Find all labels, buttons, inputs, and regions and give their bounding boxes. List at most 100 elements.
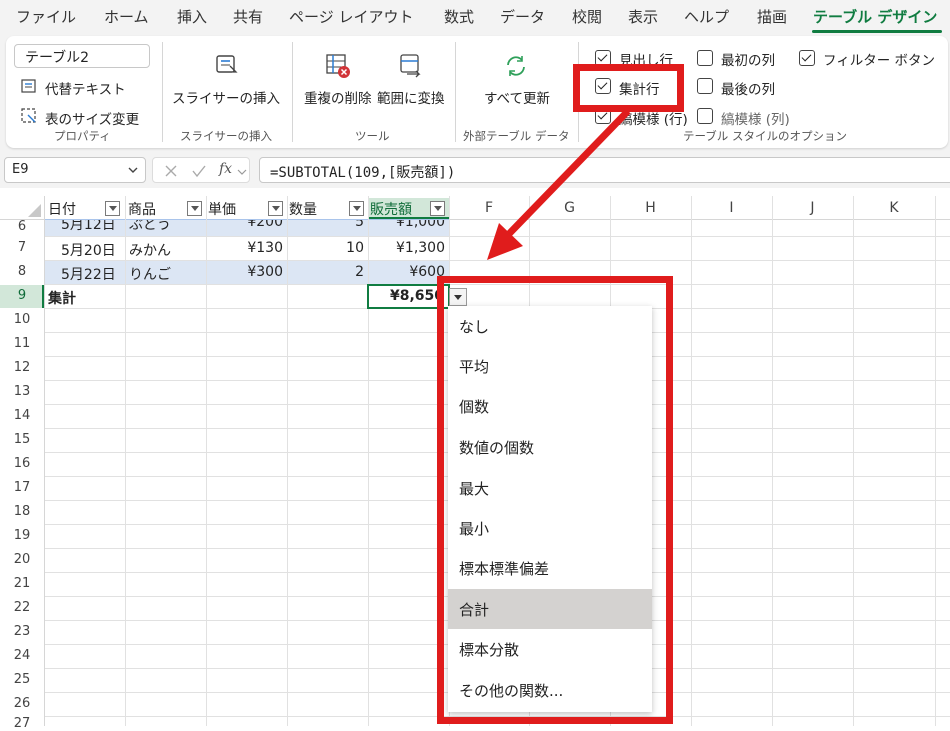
- table-header-qty: 数量: [289, 202, 317, 218]
- row-header[interactable]: 12: [0, 360, 44, 375]
- insert-slicer-button[interactable]: スライサーの挿入: [170, 52, 284, 110]
- enter-icon[interactable]: [191, 163, 207, 179]
- row-header[interactable]: 21: [0, 576, 44, 591]
- row-header[interactable]: 7: [0, 240, 44, 255]
- table-header-date: 日付: [48, 202, 76, 218]
- cell-sales[interactable]: ¥1,000: [396, 220, 445, 230]
- table-header-price: 単価: [208, 202, 236, 218]
- name-box[interactable]: E9: [4, 157, 146, 183]
- row-header[interactable]: 6: [0, 219, 44, 234]
- row-header[interactable]: 22: [0, 600, 44, 615]
- row-header[interactable]: 27: [0, 716, 44, 731]
- banded-columns-checkbox[interactable]: [697, 108, 713, 124]
- chevron-down-icon[interactable]: [237, 167, 247, 177]
- formula-buttons: fx: [152, 157, 250, 183]
- total-label[interactable]: 集計: [48, 288, 76, 308]
- select-all-corner[interactable]: [0, 196, 44, 220]
- row-header[interactable]: 11: [0, 336, 44, 351]
- cell-product[interactable]: ぶどう: [129, 220, 171, 234]
- cancel-icon[interactable]: [163, 163, 179, 179]
- row-header[interactable]: 8: [0, 264, 44, 279]
- table-header-sales: 販売額: [370, 202, 412, 218]
- group-separator: [292, 42, 293, 142]
- tab-file[interactable]: ファイル: [16, 6, 76, 27]
- tab-table-design[interactable]: テーブル デザイン: [813, 6, 937, 27]
- alt-text-icon: [21, 79, 36, 93]
- cell-date[interactable]: 5月22日: [61, 264, 116, 284]
- cell-product[interactable]: みかん: [129, 240, 171, 260]
- annotation-arrow: [487, 108, 631, 260]
- convert-to-range-button[interactable]: 範囲に変換: [375, 52, 447, 110]
- annotation-box-total-row: [573, 64, 684, 112]
- tab-insert[interactable]: 挿入: [177, 6, 207, 27]
- row-header[interactable]: 9: [0, 288, 44, 303]
- cell-qty[interactable]: 2: [355, 264, 364, 280]
- tab-data[interactable]: データ: [500, 6, 545, 27]
- cell-price[interactable]: ¥300: [247, 264, 283, 280]
- row-header[interactable]: 17: [0, 480, 44, 495]
- table-name-input[interactable]: テーブル2: [14, 44, 150, 68]
- row-header[interactable]: 26: [0, 696, 44, 711]
- tab-share[interactable]: 共有: [233, 6, 263, 27]
- column-header-k[interactable]: K: [853, 196, 935, 220]
- row-header[interactable]: 16: [0, 456, 44, 471]
- row-header[interactable]: 14: [0, 408, 44, 423]
- group-label-properties: プロパティ: [54, 129, 111, 143]
- filter-dropdown-icon[interactable]: [105, 201, 120, 216]
- resize-table-button[interactable]: 表のサイズ変更: [20, 107, 150, 128]
- convert-to-range-label: 範囲に変換: [377, 91, 445, 107]
- alt-text-label: 代替テキスト: [45, 82, 126, 98]
- cell-product[interactable]: りんご: [129, 264, 171, 284]
- ribbon-tab-bar: ファイル ホーム 挿入 共有 ページ レイアウト 数式 データ 校閲 表示 ヘル…: [0, 0, 950, 34]
- insert-function-icon[interactable]: fx: [219, 161, 232, 177]
- chevron-down-icon[interactable]: [127, 164, 139, 176]
- group-label-tools: ツール: [355, 129, 390, 143]
- active-tab-underline: [812, 30, 942, 33]
- tab-formulas[interactable]: 数式: [444, 6, 474, 27]
- refresh-all-button[interactable]: すべて更新: [478, 52, 558, 110]
- select-all-icon: [28, 204, 41, 217]
- name-box-value: E9: [12, 162, 29, 177]
- remove-duplicates-label: 重複の削除: [304, 91, 372, 107]
- remove-duplicates-button[interactable]: 重複の削除: [302, 52, 372, 110]
- filter-button-checkbox[interactable]: [799, 50, 815, 66]
- row-header[interactable]: 23: [0, 624, 44, 639]
- banded-columns-label: 縞模様 (列): [721, 112, 790, 128]
- cell-date[interactable]: 5月20日: [61, 240, 116, 260]
- resize-table-icon: [21, 108, 36, 123]
- cell-date[interactable]: 5月12日: [61, 220, 116, 234]
- filter-button-label: フィルター ボタン: [823, 53, 936, 69]
- slicer-icon: [216, 55, 238, 73]
- refresh-all-label: すべて更新: [484, 91, 551, 107]
- cell-price[interactable]: ¥130: [247, 240, 283, 256]
- row-header[interactable]: 15: [0, 432, 44, 447]
- cell-qty[interactable]: 5: [355, 220, 364, 230]
- row-header[interactable]: 13: [0, 384, 44, 399]
- filter-dropdown-icon[interactable]: [187, 201, 202, 216]
- row-header[interactable]: 19: [0, 528, 44, 543]
- total-value[interactable]: ¥8,650: [390, 288, 444, 304]
- tab-review[interactable]: 校閲: [572, 6, 602, 27]
- cell-sales[interactable]: ¥1,300: [396, 240, 445, 256]
- alt-text-button[interactable]: 代替テキスト: [20, 77, 140, 98]
- filter-dropdown-icon[interactable]: [268, 201, 283, 216]
- tab-view[interactable]: 表示: [628, 6, 658, 27]
- tab-home[interactable]: ホーム: [104, 6, 149, 27]
- column-header-j[interactable]: J: [772, 196, 853, 220]
- tab-help[interactable]: ヘルプ: [684, 6, 729, 27]
- cell-price[interactable]: ¥200: [247, 220, 283, 230]
- row-header[interactable]: 10: [0, 312, 44, 327]
- filter-dropdown-icon[interactable]: [349, 201, 364, 216]
- row-header[interactable]: 18: [0, 504, 44, 519]
- row-header[interactable]: 25: [0, 672, 44, 687]
- filter-dropdown-icon[interactable]: [430, 201, 445, 216]
- row-header[interactable]: 20: [0, 552, 44, 567]
- column-header-i[interactable]: I: [691, 196, 772, 220]
- convert-to-range-icon: [400, 54, 421, 78]
- first-column-checkbox[interactable]: [697, 50, 713, 66]
- cell-qty[interactable]: 10: [346, 240, 364, 256]
- row-header[interactable]: 24: [0, 648, 44, 663]
- last-column-checkbox[interactable]: [697, 78, 713, 94]
- tab-draw[interactable]: 描画: [757, 6, 787, 27]
- tab-page-layout[interactable]: ページ レイアウト: [289, 6, 413, 27]
